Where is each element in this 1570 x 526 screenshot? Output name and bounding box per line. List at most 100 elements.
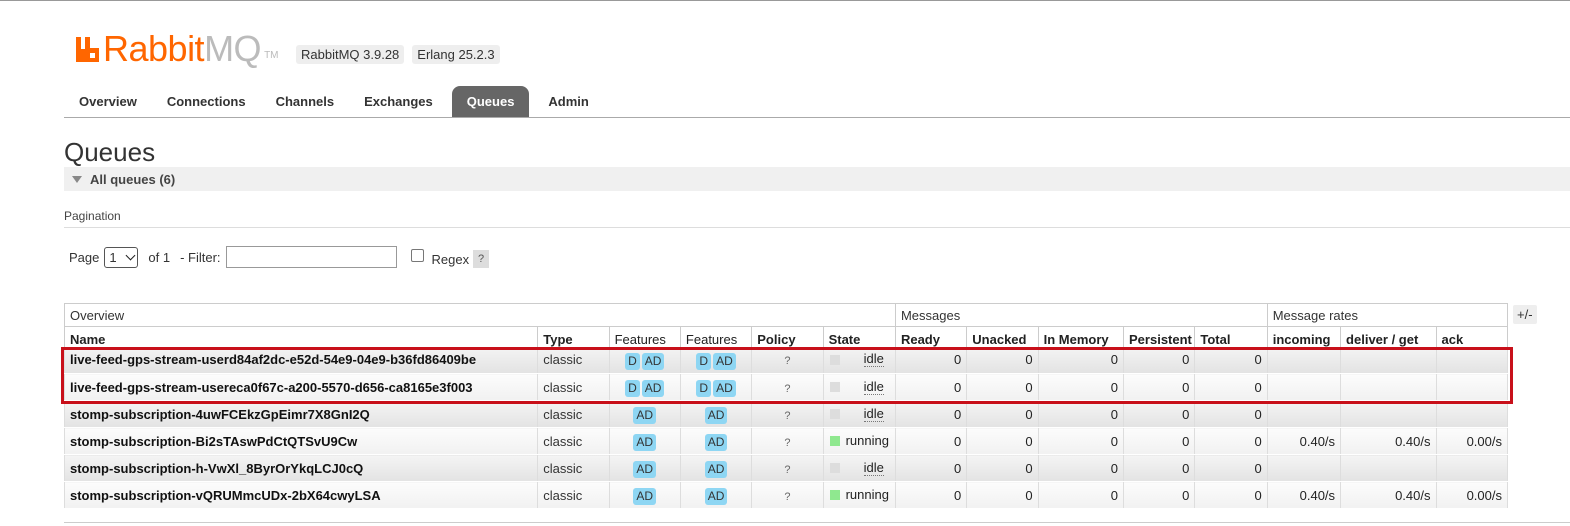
state-label: running <box>845 433 889 448</box>
features-cell: D AD <box>679 373 753 401</box>
pagination-label: Pagination <box>64 209 121 223</box>
state-idle-indicator-icon <box>829 382 840 392</box>
column-header-unacked[interactable]: Unacked <box>966 326 1039 347</box>
all-queues-label: All queues (6) <box>90 171 176 187</box>
tab-admin[interactable]: Admin <box>533 86 603 117</box>
state-cell: idle <box>822 454 896 482</box>
divider <box>64 227 1570 228</box>
regex-help-button[interactable]: ? <box>473 250 490 268</box>
queue-name-link[interactable]: live-feed-gps-stream-userd84af2dc-e52d-5… <box>63 346 539 374</box>
feature-badge: AD <box>713 352 736 370</box>
tab-channels[interactable]: Channels <box>261 86 350 117</box>
column-header-in-memory[interactable]: In Memory <box>1037 326 1125 347</box>
features-cell: AD <box>608 427 681 455</box>
cell-ack <box>1435 346 1508 374</box>
tab-queues[interactable]: Queues <box>451 86 530 117</box>
feature-badge: D <box>696 380 712 397</box>
cell-ack: 0.00/s <box>1435 481 1508 509</box>
state-label: idle <box>863 405 884 422</box>
column-header-total[interactable]: Total <box>1194 326 1268 347</box>
policy-value: ? <box>784 436 791 449</box>
cell-persistent: 0 <box>1123 400 1196 428</box>
policy-value: ? <box>784 490 791 503</box>
tab-overview[interactable]: Overview <box>64 86 152 117</box>
cell-deliver-get <box>1340 454 1437 482</box>
tab-connections[interactable]: Connections <box>152 86 261 117</box>
logo-trademark: TM <box>264 50 279 61</box>
filter-label: - Filter: <box>180 249 221 265</box>
cell-ready: 0 <box>894 400 968 428</box>
page-title: Queues <box>64 137 156 167</box>
cell-unacked: 0 <box>966 400 1039 428</box>
state-label: running <box>845 487 889 502</box>
column-header-persistent[interactable]: Persistent <box>1123 326 1196 347</box>
logo-rabbit-text: Rabbit <box>103 28 205 69</box>
state-cell: idle <box>822 373 896 401</box>
feature-badge: AD <box>704 488 728 505</box>
version-info: RabbitMQ 3.9.28 Erlang 25.2.3 <box>296 45 500 64</box>
regex-checkbox[interactable] <box>410 248 424 262</box>
cell-incoming <box>1266 400 1342 428</box>
policy-value: ? <box>784 355 791 368</box>
cell-deliver-get: 0.40/s <box>1340 427 1437 455</box>
cell-ready: 0 <box>894 373 968 401</box>
features-cell: AD <box>679 481 753 509</box>
cell-in-memory: 0 <box>1037 400 1125 428</box>
group-header-overview: Overview <box>64 303 896 327</box>
cell-deliver-get <box>1340 346 1437 374</box>
column-header-ready[interactable]: Ready <box>894 326 968 347</box>
state-running-indicator-icon <box>829 436 840 446</box>
cell-unacked: 0 <box>966 373 1039 401</box>
queue-name-link[interactable]: stomp-subscription-h-VwXl_8ByrOrYkqLCJ0c… <box>63 454 539 482</box>
features-cell: AD <box>608 454 681 482</box>
cell-total: 0 <box>1194 400 1268 428</box>
logo-mq-text: MQ <box>204 28 262 69</box>
column-options-button[interactable]: +/- <box>1513 305 1537 324</box>
column-header-ack[interactable]: ack <box>1435 326 1508 347</box>
column-header-policy[interactable]: Policy <box>751 326 824 347</box>
policy-value: ? <box>784 382 791 395</box>
regex-label: Regex <box>431 251 470 267</box>
tab-exchanges[interactable]: Exchanges <box>349 86 448 117</box>
cell-ack <box>1435 373 1508 401</box>
cell-persistent: 0 <box>1123 427 1196 455</box>
state-label: idle <box>863 378 884 395</box>
features-cell: AD <box>679 400 753 428</box>
cell-ready: 0 <box>894 481 968 509</box>
rabbitmq-version-badge: RabbitMQ 3.9.28 <box>296 45 405 64</box>
rabbit-logo-icon <box>75 35 101 63</box>
policy-value: ? <box>784 409 791 422</box>
feature-badge: D <box>625 380 640 397</box>
rabbitmq-logo[interactable]: RabbitMQ TM <box>75 31 279 67</box>
cell-total: 0 <box>1194 481 1268 509</box>
state-cell: idle <box>822 346 896 374</box>
state-cell: running <box>822 427 896 455</box>
column-header-incoming[interactable]: incoming <box>1266 326 1342 347</box>
column-header-name[interactable]: Name <box>63 326 539 347</box>
cell-unacked: 0 <box>966 481 1039 509</box>
features-cell: AD <box>679 427 753 455</box>
table-row: live-feed-gps-stream-userd84af2dc-e52d-5… <box>63 346 1508 374</box>
features-cell: AD <box>608 400 681 428</box>
queue-name-link[interactable]: live-feed-gps-stream-usereca0f67c-a200-5… <box>63 373 539 401</box>
features-cell: D AD <box>679 346 753 374</box>
state-cell: running <box>822 481 896 509</box>
cell-incoming: 0.40/s <box>1266 427 1342 455</box>
column-header-type[interactable]: Type <box>537 326 610 347</box>
page-select[interactable]: 1 <box>104 246 139 268</box>
column-header-state[interactable]: State <box>822 326 896 347</box>
filter-input[interactable] <box>225 246 397 268</box>
queue-name-link[interactable]: stomp-subscription-vQRUMmcUDx-2bX64cwyLS… <box>63 481 539 509</box>
queue-name-link[interactable]: stomp-subscription-Bi2sTAswPdCtQTSvU9Cw <box>63 427 539 455</box>
queue-name-link[interactable]: stomp-subscription-4uwFCEkzGpEimr7X8GnI2… <box>63 400 539 428</box>
pagination-controls: Page 1 of 1 - Filter: Regex ? <box>69 246 490 268</box>
feature-badge: D <box>696 352 712 370</box>
all-queues-section-toggle[interactable]: All queues (6) <box>64 167 1570 191</box>
policy-cell: ? <box>751 481 824 509</box>
cell-in-memory: 0 <box>1037 454 1125 482</box>
column-header-deliver-get[interactable]: deliver / get <box>1340 326 1437 347</box>
feature-badge: AD <box>633 434 657 451</box>
state-label: idle <box>863 459 884 476</box>
cell-persistent: 0 <box>1123 454 1196 482</box>
cell-deliver-get <box>1340 373 1437 401</box>
